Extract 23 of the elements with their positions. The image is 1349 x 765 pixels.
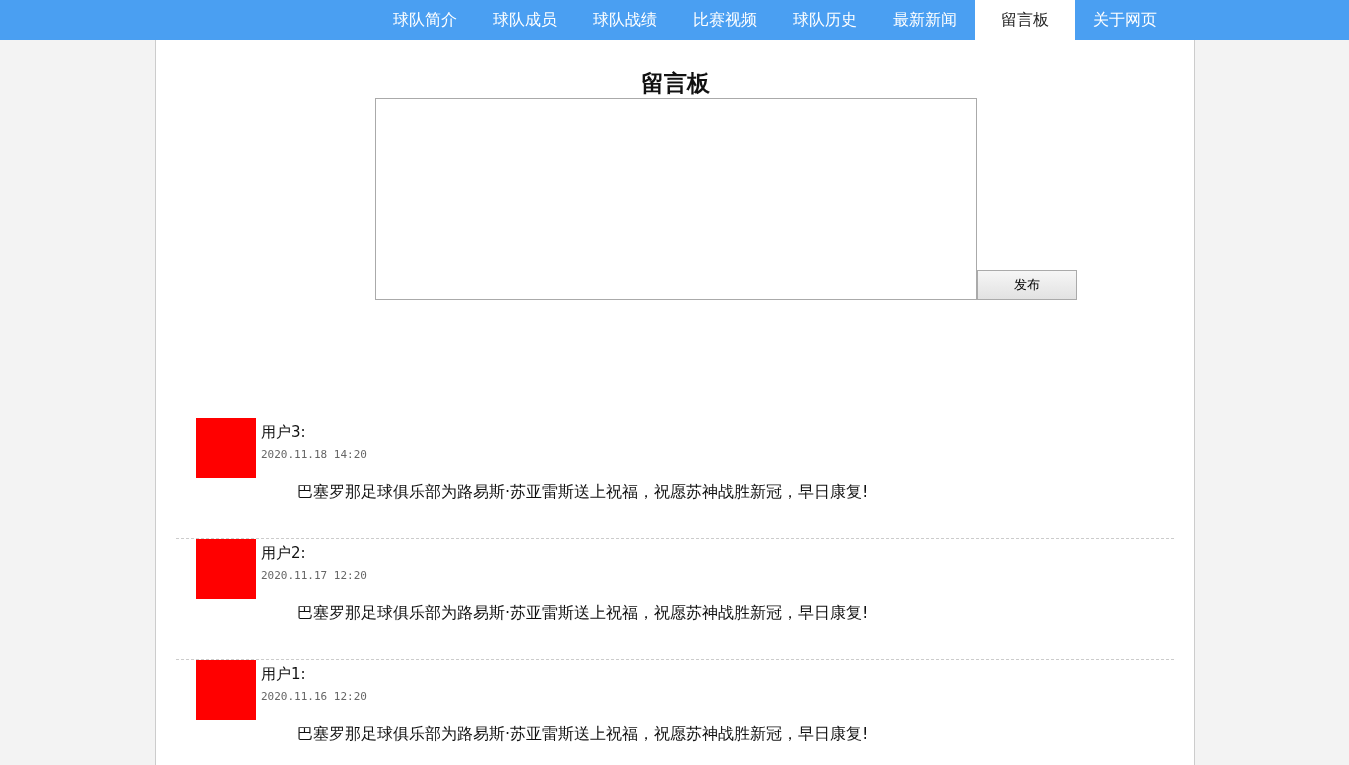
nav-tab[interactable]: 球队简介 (375, 0, 475, 40)
comment-text: 巴塞罗那足球俱乐部为路易斯·苏亚雷斯送上祝福，祝愿苏神战胜新冠，早日康复! (297, 724, 870, 745)
board-title: 留言板 (640, 68, 710, 98)
nav-tab[interactable]: 留言板 (975, 0, 1075, 40)
nav-tab[interactable]: 球队战绩 (575, 0, 675, 40)
comment-time: 2020.11.18 14:20 (261, 448, 367, 461)
user-name: 用户1: (261, 665, 307, 684)
avatar (196, 418, 256, 478)
comment-text: 巴塞罗那足球俱乐部为路易斯·苏亚雷斯送上祝福，祝愿苏神战胜新冠，早日康复! (297, 482, 870, 503)
user-name: 用户3: (261, 423, 307, 442)
user-name: 用户2: (261, 544, 307, 563)
comment-text: 巴塞罗那足球俱乐部为路易斯·苏亚雷斯送上祝福，祝愿苏神战胜新冠，早日康复! (297, 603, 870, 624)
avatar (196, 539, 256, 599)
message-input[interactable] (375, 98, 977, 300)
comment-time: 2020.11.16 12:20 (261, 690, 367, 703)
nav-tab[interactable]: 最新新闻 (875, 0, 975, 40)
nav-tab[interactable]: 球队成员 (475, 0, 575, 40)
comment-time: 2020.11.17 12:20 (261, 569, 367, 582)
avatar (196, 660, 256, 720)
nav-tab[interactable]: 比赛视频 (675, 0, 775, 40)
publish-button[interactable]: 发布 (977, 270, 1077, 300)
nav-tab[interactable]: 关于网页 (1075, 0, 1175, 40)
nav-tab[interactable]: 球队历史 (775, 0, 875, 40)
